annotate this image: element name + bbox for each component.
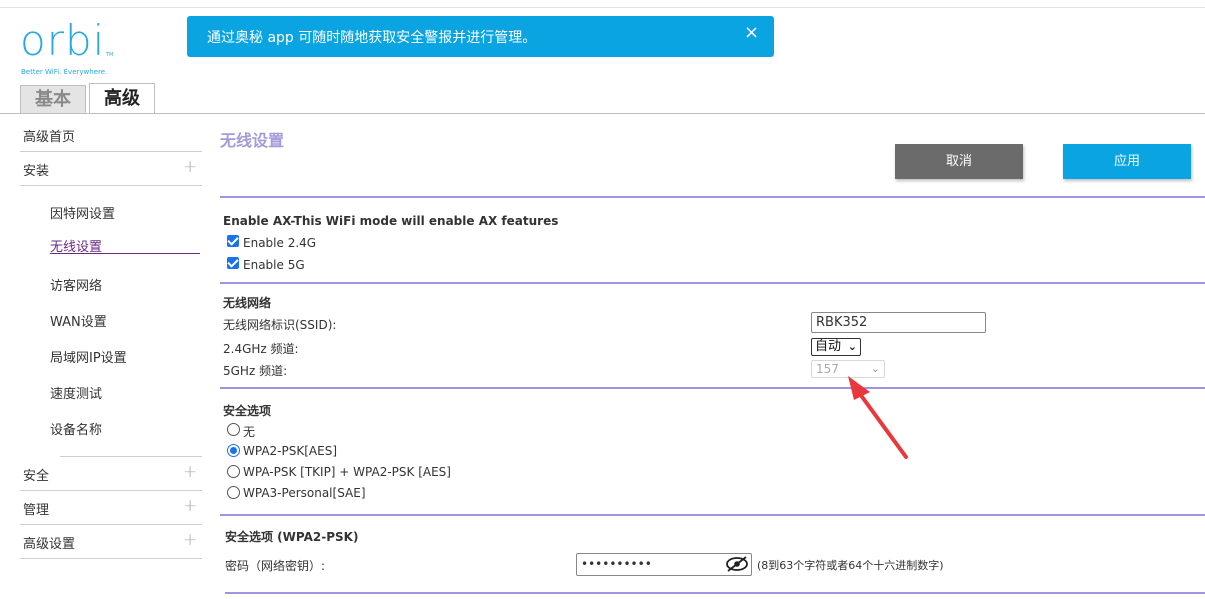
security-wpa2-radio[interactable] <box>227 444 240 457</box>
enable-5g-checkbox[interactable] <box>227 257 239 269</box>
sidebar-item-security[interactable]: 安全 <box>23 465 49 484</box>
sidebar-item-advanced-home[interactable]: 高级首页 <box>23 126 75 145</box>
expand-plus-icon[interactable]: + <box>183 496 197 516</box>
network-section-title: 无线网络 <box>223 296 272 310</box>
ssid-input[interactable]: RBK352 <box>811 312 986 333</box>
eye-slash-icon[interactable] <box>725 555 749 573</box>
logo-tm: TM <box>106 52 114 58</box>
section-divider <box>220 387 1205 389</box>
page-title: 无线设置 <box>220 131 285 150</box>
expand-plus-icon[interactable]: + <box>183 462 197 482</box>
section-divider <box>220 514 1205 516</box>
sidebar-divider <box>20 490 202 491</box>
tab-basic[interactable]: 基本 <box>20 85 86 113</box>
sidebar-item-wan-setup[interactable]: WAN设置 <box>50 311 107 330</box>
section-divider <box>220 196 1205 198</box>
sidebar-item-speed-test[interactable]: 速度测试 <box>50 383 102 402</box>
security-wpa3-label: WPA3-Personal[SAE] <box>243 486 366 500</box>
collapse-plus-icon[interactable]: + <box>183 157 197 177</box>
sidebar-divider <box>60 456 202 457</box>
logo-wordmark: orbi <box>20 16 106 65</box>
security-wpa3-radio[interactable] <box>227 486 240 499</box>
security-section-title: 安全选项 <box>223 404 272 418</box>
expand-plus-icon[interactable]: + <box>183 530 197 550</box>
tab-divider <box>0 113 1205 114</box>
security-none-radio[interactable] <box>227 423 240 436</box>
sidebar-item-internet-setup[interactable]: 因特网设置 <box>50 203 115 222</box>
chevron-down-icon: ⌄ <box>847 340 857 353</box>
sidebar-item-lan-ip-setup[interactable]: 局域网IP设置 <box>50 347 127 366</box>
channel-5-label: 5GHz 频道: <box>223 364 288 378</box>
enable-24g-checkbox[interactable] <box>227 235 239 247</box>
apply-button[interactable]: 应用 <box>1063 144 1191 179</box>
red-arrow-annotation <box>848 376 908 459</box>
sidebar-divider <box>20 558 202 559</box>
banner-text: 通过奥秘 app 可随时随地获取安全警报并进行管理。 <box>207 30 537 46</box>
top-border <box>0 7 1205 8</box>
active-underline <box>50 253 200 254</box>
security-none-label: 无 <box>243 425 256 439</box>
channel-5-value: 157 <box>816 362 839 376</box>
orbi-logo: orbi TM Better WiFi. Everywhere. <box>20 20 120 80</box>
channel-24-select[interactable]: 自动 ⌄ <box>811 338 861 356</box>
channel-24-label: 2.4GHz 频道: <box>223 342 299 356</box>
password-label: 密码（网络密钥）: <box>225 559 326 573</box>
security-wpa-mixed-radio[interactable] <box>227 465 240 478</box>
wpa2-section-title: 安全选项 (WPA2-PSK) <box>225 530 359 544</box>
sidebar-item-device-name[interactable]: 设备名称 <box>50 419 102 438</box>
ax-section-title: Enable AX-This WiFi mode will enable AX … <box>223 214 559 228</box>
security-wpa-mixed-label: WPA-PSK [TKIP] + WPA2-PSK [AES] <box>243 465 451 479</box>
ssid-label: 无线网络标识(SSID): <box>223 318 337 332</box>
logo-tagline: Better WiFi. Everywhere. <box>21 68 108 76</box>
app-promo-banner: 通过奥秘 app 可随时随地获取安全警报并进行管理。 × <box>187 16 774 57</box>
sidebar-item-install[interactable]: 安装 <box>23 160 49 179</box>
sidebar-item-manage[interactable]: 管理 <box>23 499 49 518</box>
sidebar-divider <box>20 524 202 525</box>
section-divider <box>220 282 1205 284</box>
cancel-button[interactable]: 取消 <box>895 144 1023 179</box>
sidebar-item-guest-network[interactable]: 访客网络 <box>50 275 102 294</box>
enable-5g-label: Enable 5G <box>243 258 305 272</box>
security-wpa2-label: WPA2-PSK[AES] <box>243 444 338 458</box>
sidebar-divider <box>20 185 202 186</box>
sidebar-item-advanced-setup[interactable]: 高级设置 <box>23 533 75 552</box>
sidebar-divider <box>20 151 202 152</box>
close-icon[interactable]: × <box>744 22 759 43</box>
tab-advanced[interactable]: 高级 <box>89 83 155 113</box>
section-divider <box>225 592 1205 594</box>
enable-24g-label: Enable 2.4G <box>243 236 317 250</box>
password-hint: (8到63个字符或者64个十六进制数字) <box>757 559 944 572</box>
channel-24-value: 自动 <box>815 339 842 354</box>
